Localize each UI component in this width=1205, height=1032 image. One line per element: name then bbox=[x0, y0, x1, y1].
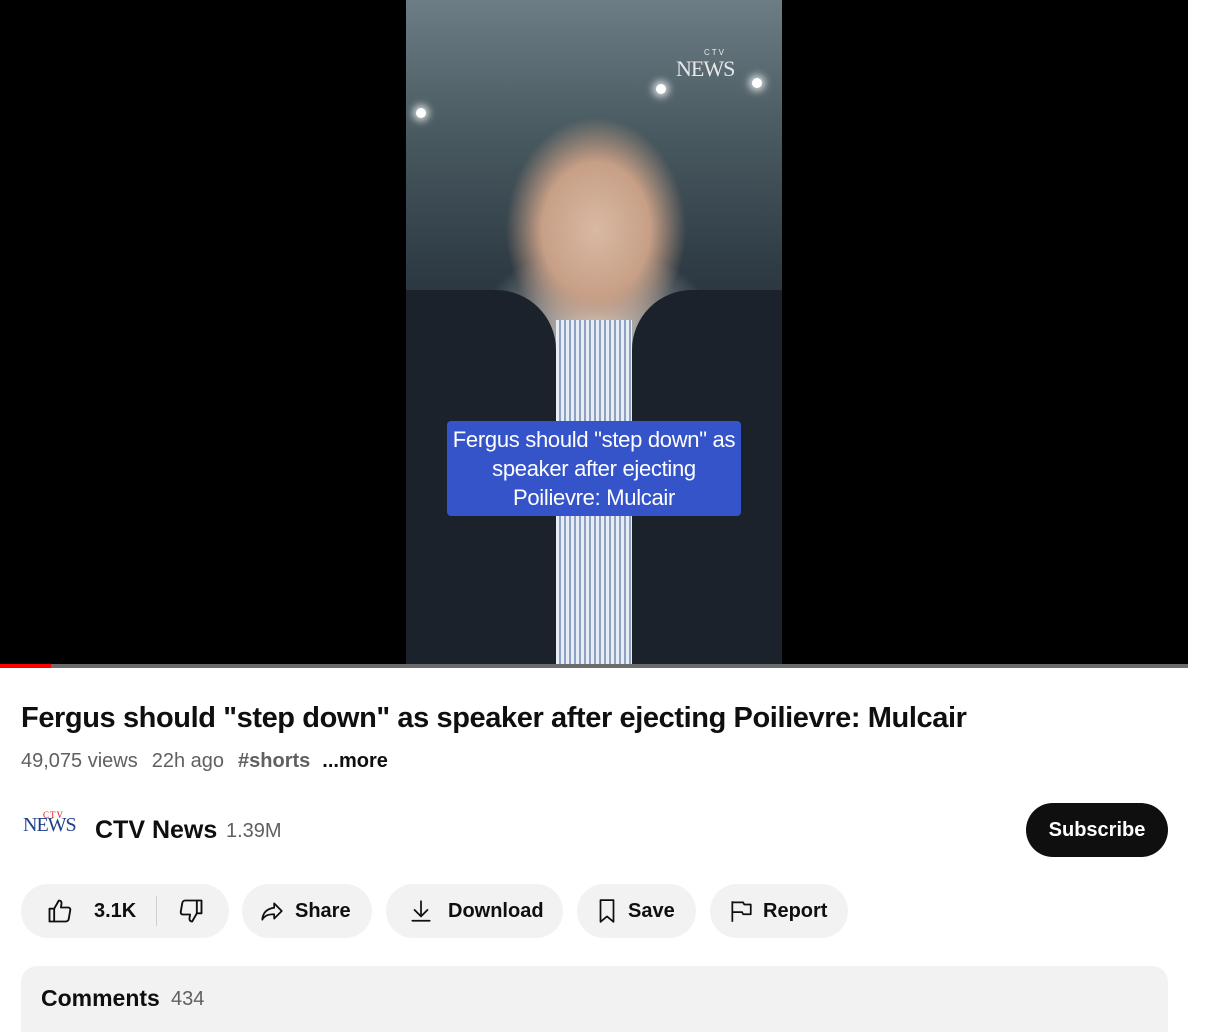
flag-icon bbox=[729, 898, 753, 924]
upload-age: 22h ago bbox=[151, 750, 225, 772]
bookmark-icon bbox=[596, 898, 618, 924]
download-icon bbox=[408, 898, 434, 924]
channel-name[interactable]: CTV News bbox=[95, 816, 217, 845]
thumbs-up-icon bbox=[46, 897, 74, 925]
logo-top-text: CTV bbox=[43, 810, 64, 820]
report-button[interactable]: Report bbox=[710, 884, 848, 938]
watermark-text: NEWS bbox=[676, 56, 735, 81]
report-label: Report bbox=[763, 899, 828, 922]
view-count: 49,075 views bbox=[21, 750, 138, 772]
subscriber-count: 1.39M bbox=[226, 820, 282, 842]
studio-light bbox=[656, 84, 666, 94]
comments-count: 434 bbox=[171, 988, 205, 1010]
comments-title: Comments bbox=[41, 985, 160, 1011]
download-button[interactable]: Download bbox=[386, 884, 563, 938]
subscribe-button[interactable]: Subscribe bbox=[1026, 803, 1168, 857]
share-label: Share bbox=[295, 899, 351, 922]
comments-section[interactable]: Comments 434 bbox=[21, 966, 1168, 1032]
like-dislike-group: 3.1K bbox=[21, 884, 229, 938]
progress-fill bbox=[0, 664, 52, 668]
like-button[interactable]: 3.1K bbox=[21, 884, 136, 938]
save-button[interactable]: Save bbox=[577, 884, 696, 938]
video-caption: Fergus should "step down" as speaker aft… bbox=[447, 421, 741, 516]
studio-light bbox=[752, 78, 762, 88]
watermark-small: CTV bbox=[704, 48, 726, 57]
share-button[interactable]: Share bbox=[242, 884, 372, 938]
video-frame[interactable] bbox=[406, 0, 782, 668]
thumbs-down-icon bbox=[177, 897, 205, 925]
channel-avatar[interactable]: CTV NEWS bbox=[23, 810, 77, 844]
studio-light bbox=[416, 108, 426, 118]
share-icon bbox=[259, 898, 285, 924]
download-label: Download bbox=[448, 899, 544, 922]
more-button[interactable]: ...more bbox=[322, 750, 388, 773]
progress-track[interactable] bbox=[0, 664, 1188, 668]
video-player[interactable]: CTV NEWS Fergus should "step down" as sp… bbox=[0, 0, 1188, 668]
ctv-watermark: CTV NEWS bbox=[676, 48, 735, 82]
hashtag-link[interactable]: #shorts bbox=[238, 750, 310, 773]
save-label: Save bbox=[628, 899, 675, 922]
video-meta[interactable]: 49,075 views 22h ago #shorts ...more bbox=[21, 750, 388, 773]
dislike-button[interactable] bbox=[157, 884, 205, 938]
video-title: Fergus should "step down" as speaker aft… bbox=[21, 702, 967, 734]
like-count: 3.1K bbox=[94, 899, 137, 922]
